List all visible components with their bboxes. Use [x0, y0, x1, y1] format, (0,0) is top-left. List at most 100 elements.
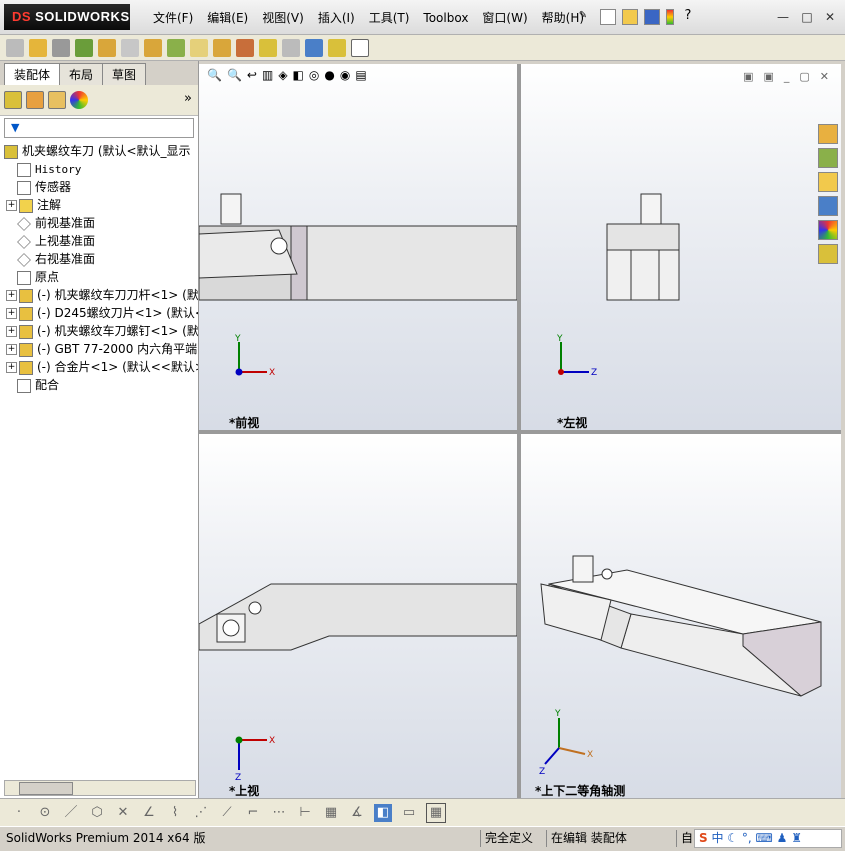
grid-icon[interactable]: ⋯	[270, 804, 288, 822]
menu-window[interactable]: 窗口(W)	[475, 8, 534, 28]
tab-layout[interactable]: 布局	[59, 63, 104, 85]
polygon-icon[interactable]: ⬡	[88, 804, 106, 822]
expand-panel-icon[interactable]: »	[184, 91, 192, 106]
tree-item[interactable]: + 注解	[0, 196, 198, 214]
show-hidden-icon[interactable]	[167, 38, 185, 57]
tree-item[interactable]: History	[0, 160, 198, 178]
instant3d-icon[interactable]	[351, 38, 369, 57]
filter-icon: ▼	[11, 121, 20, 134]
offset-icon[interactable]: ⋰	[192, 804, 210, 822]
menu-file[interactable]: 文件(F)	[146, 8, 200, 28]
assembly-features-icon[interactable]	[190, 38, 208, 57]
expand-toggle-icon[interactable]: +	[6, 344, 17, 355]
tree-item[interactable]: + (-) GBT 77-2000 内六角平端	[0, 340, 198, 358]
component-pattern-icon[interactable]	[98, 38, 116, 57]
new-document-icon[interactable]	[600, 9, 616, 25]
angle-icon[interactable]: ∠	[140, 804, 158, 822]
tree-item[interactable]: 前视基准面	[0, 214, 198, 232]
explode-line-sketch-icon[interactable]	[305, 38, 323, 57]
expand-toggle-icon[interactable]: +	[6, 308, 17, 319]
point-icon[interactable]: ·	[10, 804, 28, 822]
scroll-thumb[interactable]	[19, 782, 73, 795]
insert-component-icon[interactable]	[29, 38, 47, 57]
configuration-manager-icon[interactable]	[48, 91, 66, 109]
axis-label-y: Y	[556, 334, 563, 344]
view-label-front: *前视	[229, 416, 260, 430]
tree-item[interactable]: + (-) D245螺纹刀片<1> (默认<	[0, 304, 198, 322]
tree-item[interactable]: 原点	[0, 268, 198, 286]
expand-toggle-icon[interactable]: +	[6, 326, 17, 337]
tree-filter[interactable]: ▼	[4, 118, 194, 138]
sogou-logo-icon: S	[699, 831, 708, 845]
tree-item[interactable]: 上视基准面	[0, 232, 198, 250]
view-top[interactable]: X Z *上视	[199, 434, 517, 798]
menu-toolbox[interactable]: Toolbox	[416, 8, 475, 28]
view-left[interactable]: ▣ ▣ _ ▢ ✕ Y Z *左视	[521, 64, 841, 430]
tree-item[interactable]: + (-) 机夹螺纹车刀刀杆<1> (默	[0, 286, 198, 304]
dimension-icon[interactable]: ⊢	[296, 804, 314, 822]
single-viewport-icon[interactable]: ▭	[400, 804, 418, 822]
corner-icon[interactable]: ⌐	[244, 804, 262, 822]
design-library-icon[interactable]	[818, 148, 838, 168]
menu-insert[interactable]: 插入(I)	[311, 8, 362, 28]
close-button[interactable]: ✕	[823, 10, 837, 24]
smart-fasteners-icon[interactable]	[121, 38, 139, 57]
exploded-view-icon[interactable]	[282, 38, 300, 57]
expand-toggle-icon[interactable]: +	[6, 290, 17, 301]
tree-item[interactable]: + (-) 机夹螺纹车刀螺钉<1> (默	[0, 322, 198, 340]
tab-assembly[interactable]: 装配体	[4, 63, 61, 85]
move-component-icon[interactable]	[144, 38, 162, 57]
relation-icon[interactable]: ∡	[348, 804, 366, 822]
restore-button[interactable]: □	[800, 10, 814, 24]
pin-icon[interactable]: ✎	[575, 9, 591, 25]
traffic-light-icon[interactable]	[666, 9, 674, 25]
view-palette-icon[interactable]	[818, 196, 838, 216]
view-front[interactable]: 🔍 🔍 ↩ ▥ ◈ ◧ ◎ ● ◉ ▤ Y X *前视	[199, 64, 517, 430]
assembly-icon[interactable]	[6, 38, 24, 57]
hatch-icon[interactable]: ▦	[322, 804, 340, 822]
menu-tools[interactable]: 工具(T)	[362, 8, 417, 28]
ime-toolbar[interactable]: S 中 ☾ °, ⌨ ♟ ♜	[694, 829, 842, 848]
view-isometric[interactable]: Y X Z *上下二等角轴测	[521, 434, 841, 798]
tree-item[interactable]: 右视基准面	[0, 250, 198, 268]
display-shaded-icon[interactable]: ◧	[374, 803, 392, 822]
bill-of-materials-icon[interactable]	[259, 38, 277, 57]
four-viewport-icon[interactable]: ▦	[426, 802, 446, 823]
tree-root[interactable]: 机夹螺纹车刀 (默认<默认_显示	[0, 142, 198, 160]
open-folder-icon[interactable]	[622, 9, 638, 25]
expand-toggle-icon[interactable]: +	[6, 362, 17, 373]
construction-line-icon[interactable]: ⟋	[218, 804, 236, 822]
tab-sketch[interactable]: 草图	[102, 63, 147, 85]
feature-manager-tree-icon[interactable]	[4, 91, 22, 109]
mate-icon[interactable]	[75, 38, 93, 57]
menu-edit[interactable]: 编辑(E)	[200, 8, 255, 28]
expand-toggle-icon[interactable]: +	[6, 200, 17, 211]
menu-view[interactable]: 视图(V)	[255, 8, 311, 28]
line-icon[interactable]: ／	[62, 804, 80, 822]
tree-item[interactable]: 传感器	[0, 178, 198, 196]
reference-geometry-icon[interactable]	[213, 38, 231, 57]
tree-item[interactable]: 配合	[0, 376, 198, 394]
minimize-button[interactable]: —	[776, 10, 790, 24]
property-manager-icon[interactable]	[26, 91, 44, 109]
appearances-icon[interactable]	[818, 220, 838, 240]
custom-properties-icon[interactable]	[818, 244, 838, 264]
tree-horizontal-scrollbar[interactable]	[4, 780, 196, 796]
display-manager-icon[interactable]	[70, 91, 88, 109]
file-explorer-icon[interactable]	[818, 172, 838, 192]
solidworks-logo[interactable]: DS SOLIDWORKS	[4, 4, 130, 30]
trim-icon[interactable]: ✕	[114, 804, 132, 822]
help-icon[interactable]: ?	[680, 9, 696, 25]
feature-manager-panel: 装配体 布局 草图 » ▼ 机夹螺纹车刀 (默认<默认_显示 History 传感…	[0, 61, 199, 798]
tree-item-label: 配合	[35, 378, 60, 392]
paperclip-icon[interactable]	[52, 38, 70, 57]
mirror-icon[interactable]: ⌇	[166, 804, 184, 822]
graphics-area[interactable]: 🔍 🔍 ↩ ▥ ◈ ◧ ◎ ● ◉ ▤ Y X *前视 ▣ ▣ _ ▢ ✕ Y …	[199, 64, 841, 798]
solidworks-resources-icon[interactable]	[818, 124, 838, 144]
tree-item[interactable]: + (-) 合金片<1> (默认<<默认>	[0, 358, 198, 376]
save-icon[interactable]	[644, 9, 660, 25]
tree-connector-icon	[6, 273, 15, 282]
interference-detection-icon[interactable]	[328, 38, 346, 57]
circle-icon[interactable]: ⊙	[36, 804, 54, 822]
new-motion-study-icon[interactable]	[236, 38, 254, 57]
